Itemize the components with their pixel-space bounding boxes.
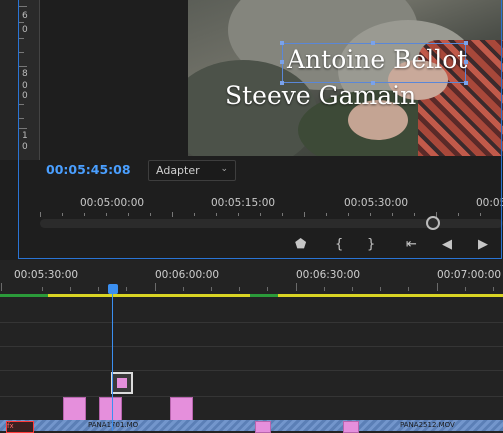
graphic-clip[interactable]	[343, 421, 359, 433]
play-icon[interactable]: ▶	[478, 237, 488, 252]
timeline-tick	[1, 283, 2, 291]
ruler-tick	[194, 213, 195, 216]
ruler-tick	[260, 213, 261, 216]
timeline-tick	[380, 287, 381, 291]
ruler-label: 0	[22, 142, 28, 152]
panel-left-strip	[0, 0, 20, 160]
resize-handle[interactable]	[280, 41, 284, 45]
timeline-tick	[183, 287, 184, 291]
timeline-tick	[437, 283, 438, 291]
clip-fx-badge: fx	[6, 421, 34, 433]
ruler-label: 0	[22, 25, 28, 35]
ruler-tick	[304, 212, 305, 217]
timeline-tick	[352, 287, 353, 291]
ruler-tick	[40, 212, 41, 217]
timeline-tick	[324, 287, 325, 291]
scrub-playhead-knob[interactable]	[426, 216, 440, 230]
track-divider	[0, 322, 503, 323]
ruler-tick	[150, 213, 151, 216]
ruler-tick	[348, 213, 349, 216]
ruler-time-label: 00:05:00:00	[80, 197, 145, 209]
timeline-tick	[42, 287, 43, 291]
timeline-playhead-handle[interactable]	[108, 284, 118, 294]
fit-dropdown-value: Adapter	[156, 164, 200, 177]
vertical-ruler: 6 0 8 0 0 1 0	[19, 0, 40, 160]
chevron-down-icon: ⌄	[220, 164, 228, 174]
ruler-label: 1	[22, 131, 28, 141]
monitor-pasteboard	[40, 0, 188, 156]
timeline-tick	[70, 287, 71, 291]
timeline-tick	[408, 287, 409, 291]
ruler-time-label: 00:05	[476, 197, 503, 209]
ruler-time-label: 00:05:30:00	[344, 197, 409, 209]
ruler-tick	[128, 213, 129, 216]
rendered-segment	[0, 294, 48, 297]
track-divider	[0, 346, 503, 347]
ruler-tick	[84, 213, 85, 216]
step-back-icon[interactable]: ◀	[442, 237, 452, 252]
timeline-tick	[267, 287, 268, 291]
track-divider	[0, 370, 503, 371]
mark-out-icon[interactable]: }	[367, 237, 375, 252]
timeline-time-label: 00:05:30:00	[14, 269, 79, 281]
title-line-2[interactable]: Steeve Gamain	[225, 81, 416, 110]
timeline-tick	[98, 287, 99, 291]
fit-dropdown[interactable]: Adapter ⌄	[148, 160, 236, 181]
timeline-tick	[239, 287, 240, 291]
graphic-clip[interactable]	[99, 397, 122, 421]
ruler-tick	[392, 213, 393, 216]
resize-handle[interactable]	[280, 60, 284, 64]
go-to-in-icon[interactable]: ⇤	[406, 237, 417, 252]
ruler-label: 6	[22, 11, 28, 21]
monitor-time-ruler[interactable]: 00:05:00:00 00:05:15:00 00:05:30:00 00:0…	[40, 197, 503, 217]
ruler-tick	[106, 213, 107, 216]
timeline-time-label: 00:07:00:00	[437, 269, 502, 281]
resize-handle[interactable]	[464, 81, 468, 85]
timeline-tick	[296, 283, 297, 291]
ruler-tick	[172, 212, 173, 217]
ruler-tick	[216, 213, 217, 216]
mark-in-icon[interactable]: {	[335, 237, 343, 252]
video-frame[interactable]: Antoine Bellot Steeve Gamain	[188, 0, 503, 156]
ruler-tick	[414, 213, 415, 216]
ruler-label: 8	[22, 69, 28, 79]
graphic-clip[interactable]	[170, 397, 193, 421]
playhead-timecode[interactable]: 00:05:45:08	[46, 162, 131, 177]
timeline-time-ruler[interactable]: 00:05:30:00 00:06:00:00 00:06:30:00 00:0…	[0, 264, 503, 298]
timeline-time-label: 00:06:30:00	[296, 269, 361, 281]
timeline-playhead-line[interactable]	[112, 286, 113, 431]
timeline-tick	[126, 287, 127, 291]
clip-thumbnail	[117, 378, 127, 388]
timeline-tick	[465, 287, 466, 291]
ruler-tick	[458, 213, 459, 216]
timeline-time-label: 00:06:00:00	[155, 269, 220, 281]
video-clip-label: PANA2512.MOV	[400, 421, 455, 429]
ruler-tick	[480, 213, 481, 216]
timeline-tick	[155, 283, 156, 291]
timeline-tick	[493, 287, 494, 291]
selected-graphic-clip[interactable]	[111, 372, 133, 394]
ruler-label: 0	[22, 81, 28, 91]
timeline-tick	[211, 287, 212, 291]
clip-fx-label: fx	[7, 422, 14, 430]
ruler-tick	[238, 213, 239, 216]
ruler-label: 0	[22, 91, 28, 101]
graphic-clip[interactable]	[255, 421, 271, 433]
title-line-1[interactable]: Antoine Bellot	[287, 45, 467, 74]
graphic-clip[interactable]	[63, 397, 86, 421]
ruler-tick	[62, 213, 63, 216]
ruler-time-label: 00:05:15:00	[211, 197, 276, 209]
video-clip-label: PANA1701.MO	[88, 421, 139, 429]
ruler-tick	[370, 213, 371, 216]
rendered-segment	[250, 294, 278, 297]
ruler-tick	[326, 213, 327, 216]
marker-icon[interactable]: ⬟	[295, 237, 306, 252]
ruler-tick	[282, 213, 283, 216]
